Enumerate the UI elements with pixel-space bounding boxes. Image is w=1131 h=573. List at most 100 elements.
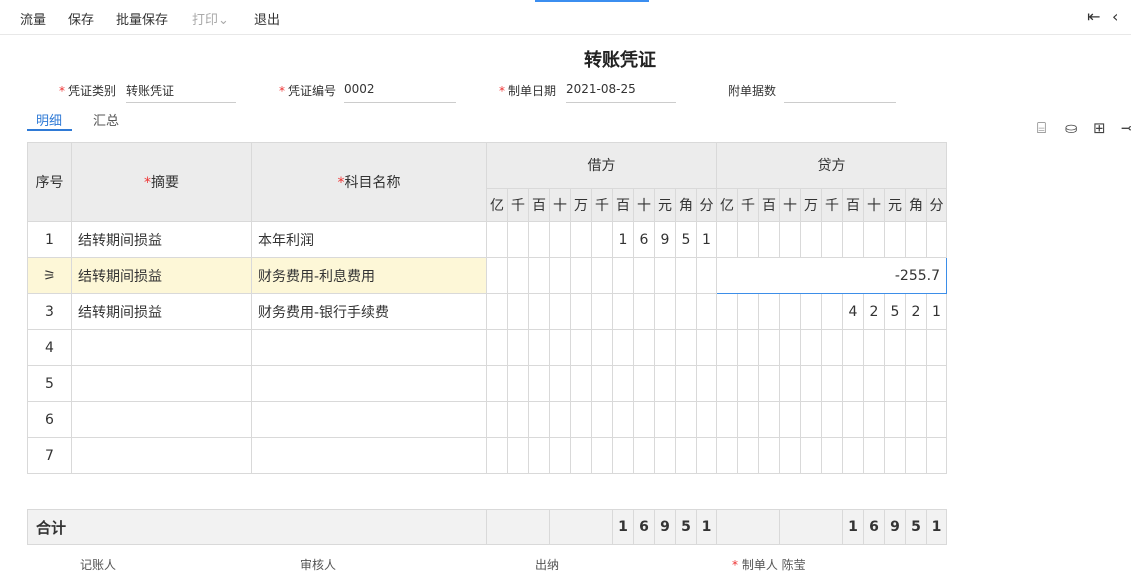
credit-digit[interactable]	[863, 365, 885, 402]
debit-digit[interactable]	[528, 437, 550, 474]
credit-digit[interactable]	[821, 437, 843, 474]
debit-digit[interactable]	[570, 329, 592, 366]
table-row[interactable]: 4	[27, 329, 947, 366]
debit-digit[interactable]	[549, 437, 571, 474]
credit-digit[interactable]	[716, 293, 738, 330]
debit-digit[interactable]	[528, 365, 550, 402]
row-account[interactable]	[251, 401, 487, 438]
debit-digit[interactable]	[675, 257, 697, 294]
credit-digit[interactable]	[737, 437, 759, 474]
credit-digit[interactable]	[800, 293, 822, 330]
debit-digit[interactable]: 6	[633, 221, 655, 258]
grid-icon[interactable]: ⊞	[1093, 119, 1106, 137]
credit-digit[interactable]	[821, 365, 843, 402]
credit-digit[interactable]	[926, 221, 947, 258]
debit-digit[interactable]	[696, 401, 717, 438]
debit-digit[interactable]	[612, 401, 634, 438]
debit-digit[interactable]	[507, 293, 529, 330]
debit-digit[interactable]	[528, 221, 550, 258]
credit-digit[interactable]	[842, 329, 864, 366]
credit-digit[interactable]	[800, 365, 822, 402]
debit-digit[interactable]	[675, 401, 697, 438]
debit-digit[interactable]	[507, 221, 529, 258]
debit-digit[interactable]	[570, 221, 592, 258]
debit-digit[interactable]	[549, 221, 571, 258]
debit-digit[interactable]	[696, 257, 717, 294]
debit-digit[interactable]	[654, 257, 676, 294]
row-summary[interactable]	[71, 329, 252, 366]
debit-digit[interactable]	[507, 257, 529, 294]
debit-digit[interactable]	[675, 437, 697, 474]
debit-digit[interactable]	[612, 365, 634, 402]
debit-digit[interactable]	[612, 437, 634, 474]
credit-digit[interactable]	[926, 365, 947, 402]
row-summary[interactable]	[71, 437, 252, 474]
debit-digit[interactable]	[570, 437, 592, 474]
table-row[interactable]: 1 结转期间损益 本年利润 1 6 9 5 1	[27, 221, 947, 258]
voucher-no-input[interactable]: 0002	[344, 82, 456, 103]
credit-digit[interactable]	[758, 221, 780, 258]
debit-digit[interactable]	[507, 365, 529, 402]
debit-digit[interactable]	[654, 329, 676, 366]
credit-digit[interactable]	[821, 401, 843, 438]
voucher-type-select[interactable]: 转账凭证	[126, 82, 236, 103]
debit-digit[interactable]	[486, 437, 508, 474]
debit-digit[interactable]: 5	[675, 221, 697, 258]
debit-digit[interactable]	[486, 329, 508, 366]
copy-icon[interactable]: ⌸	[1037, 119, 1046, 137]
credit-digit[interactable]	[863, 221, 885, 258]
credit-digit[interactable]	[758, 437, 780, 474]
debit-digit[interactable]: 1	[612, 221, 634, 258]
table-row[interactable]: 6	[27, 401, 947, 438]
row-account[interactable]: 本年利润	[251, 221, 487, 258]
first-page-icon[interactable]: ⇤	[1087, 7, 1100, 26]
credit-digit[interactable]	[926, 437, 947, 474]
debit-digit[interactable]	[633, 437, 655, 474]
credit-digit[interactable]	[737, 401, 759, 438]
row-account[interactable]	[251, 329, 487, 366]
credit-digit[interactable]	[779, 401, 801, 438]
debit-digit[interactable]	[486, 221, 508, 258]
tab-summary[interactable]: 汇总	[93, 110, 119, 129]
debit-digit[interactable]	[549, 401, 571, 438]
credit-digit[interactable]	[884, 221, 906, 258]
credit-digit[interactable]: 2	[905, 293, 927, 330]
debit-digit[interactable]	[549, 365, 571, 402]
attachments-input[interactable]	[784, 82, 896, 103]
credit-digit[interactable]	[779, 329, 801, 366]
debit-digit[interactable]	[633, 293, 655, 330]
credit-digit[interactable]	[884, 329, 906, 366]
debit-digit[interactable]	[633, 257, 655, 294]
debit-digit[interactable]	[696, 293, 717, 330]
credit-digit[interactable]: 4	[842, 293, 864, 330]
debit-digit[interactable]	[507, 329, 529, 366]
debit-digit[interactable]	[633, 401, 655, 438]
credit-digit[interactable]	[716, 365, 738, 402]
credit-digit[interactable]	[842, 401, 864, 438]
debit-digit[interactable]	[675, 293, 697, 330]
table-row[interactable]: ⚞ 结转期间损益 财务费用-利息费用 -255.7	[27, 257, 947, 294]
debit-digit[interactable]	[549, 329, 571, 366]
table-row[interactable]: 3 结转期间损益 财务费用-银行手续费 4 2 5 2 1	[27, 293, 947, 330]
debit-digit[interactable]	[486, 257, 508, 294]
credit-digit[interactable]	[842, 365, 864, 402]
credit-digit[interactable]	[842, 221, 864, 258]
row-account[interactable]: 财务费用-利息费用	[251, 257, 487, 294]
debit-digit[interactable]	[675, 365, 697, 402]
row-account[interactable]	[251, 437, 487, 474]
credit-digit[interactable]	[758, 293, 780, 330]
credit-digit[interactable]	[737, 365, 759, 402]
row-summary[interactable]	[71, 401, 252, 438]
credit-digit[interactable]	[884, 437, 906, 474]
credit-digit[interactable]	[905, 221, 927, 258]
debit-digit[interactable]	[654, 365, 676, 402]
debit-digit[interactable]: 1	[696, 221, 717, 258]
debit-digit[interactable]	[696, 365, 717, 402]
save-button[interactable]: 保存	[68, 9, 94, 28]
credit-digit[interactable]	[758, 401, 780, 438]
credit-digit[interactable]	[758, 365, 780, 402]
link-icon[interactable]: ⊸	[1121, 119, 1131, 137]
credit-digit[interactable]	[800, 221, 822, 258]
debit-digit[interactable]	[528, 293, 550, 330]
debit-digit[interactable]	[591, 221, 613, 258]
